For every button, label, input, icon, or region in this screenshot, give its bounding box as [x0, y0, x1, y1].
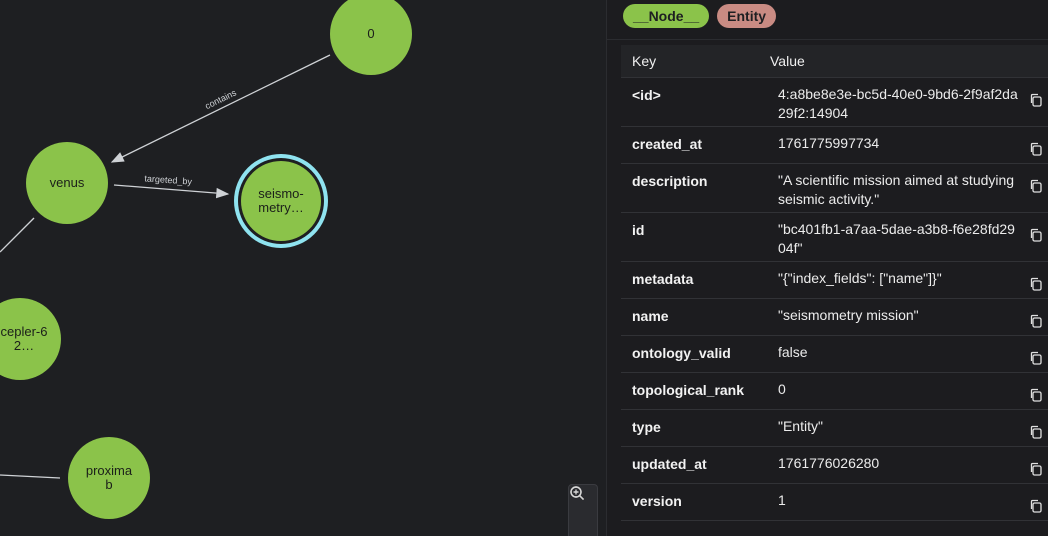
copy-icon[interactable]: [1029, 277, 1043, 291]
node-label-line: proxima: [85, 463, 133, 478]
copy-icon[interactable]: [1029, 499, 1043, 513]
table-row: topological_rank 0: [621, 373, 1048, 410]
node-labels: __Node__ Entity: [607, 0, 1048, 40]
property-value: 1761775997734: [778, 135, 880, 151]
property-value: 1761776026280: [778, 455, 880, 471]
node-label-line: 2…: [13, 338, 35, 353]
table-row: metadata "{"index_fields": ["name"]}": [621, 262, 1048, 299]
copy-icon[interactable]: [1029, 462, 1043, 476]
copy-icon[interactable]: [1029, 179, 1043, 193]
table-row: id "bc401fb1-a7aa-5dae-a3b8-f6e28fd2904f": [621, 213, 1048, 262]
graph-node-proxima[interactable]: proxima b: [68, 437, 150, 519]
table-row: description "A scientific mission aimed a…: [621, 164, 1048, 213]
node-label-line: seismo-: [258, 186, 304, 201]
node-label-line: metry…: [258, 200, 304, 215]
property-key: version: [632, 493, 682, 509]
property-value: "A scientific mission aimed at studying …: [778, 172, 1015, 207]
node-label: proxima b: [78, 464, 140, 492]
copy-icon[interactable]: [1029, 351, 1043, 365]
property-key: topological_rank: [632, 382, 745, 398]
properties-table: Key Value <id> 4:a8be8e3e-bc5d-40e0-9bd6-…: [621, 45, 1048, 521]
copy-icon[interactable]: [1029, 388, 1043, 402]
copy-icon[interactable]: [1029, 425, 1043, 439]
node-label-line: b: [105, 477, 113, 492]
table-row: <id> 4:a8be8e3e-bc5d-40e0-9bd6-2f9af2da29…: [621, 78, 1048, 127]
node-label: cepler-6 2…: [0, 325, 55, 353]
table-row: ontology_valid false: [621, 336, 1048, 373]
property-value: 1: [778, 492, 786, 508]
copy-icon[interactable]: [1029, 314, 1043, 328]
zoom-out-icon: [570, 486, 584, 500]
copy-icon[interactable]: [1029, 93, 1043, 107]
header-value: Value: [770, 53, 805, 69]
edge-contains[interactable]: [110, 54, 331, 163]
property-key: <id>: [632, 87, 661, 103]
label-chip-entity[interactable]: Entity: [717, 4, 777, 28]
label-chip-node[interactable]: __Node__: [623, 4, 710, 28]
edge-targeted-by[interactable]: [113, 184, 230, 199]
property-key: updated_at: [632, 456, 707, 472]
node-label: 0: [367, 26, 375, 41]
edge-venus-left[interactable]: [0, 217, 35, 253]
table-row: name "seismometry mission": [621, 299, 1048, 336]
edge-label-targeted-by: targeted_by: [144, 173, 193, 186]
node-label: venus: [49, 175, 85, 190]
property-value: "Entity": [778, 418, 823, 434]
property-key: description: [632, 173, 708, 189]
header-key: Key: [632, 53, 657, 69]
graph-node-seismometry-selected[interactable]: seismo- metry…: [241, 161, 321, 241]
property-value: 0: [778, 381, 786, 397]
copy-icon[interactable]: [1029, 228, 1043, 242]
zoom-out-button[interactable]: [569, 486, 597, 536]
property-value: false: [778, 344, 808, 360]
zoom-controls: [568, 484, 598, 536]
property-value: 4:a8be8e3e-bc5d-40e0-9bd6-2f9af2da29f2:1…: [778, 86, 1018, 121]
property-key: created_at: [632, 136, 703, 152]
copy-icon[interactable]: [1029, 142, 1043, 156]
table-body: <id> 4:a8be8e3e-bc5d-40e0-9bd6-2f9af2da29…: [621, 78, 1048, 521]
table-row: type "Entity": [621, 410, 1048, 447]
property-value: "{"index_fields": ["name"]}": [778, 270, 942, 286]
property-key: id: [632, 222, 645, 238]
property-key: type: [632, 419, 661, 435]
edge-label-contains: contains: [203, 87, 238, 111]
graph-canvas[interactable]: contains targeted_by 0 venus seismo- met…: [0, 0, 606, 536]
property-value: "bc401fb1-a7aa-5dae-a3b8-f6e28fd2904f": [778, 221, 1015, 256]
node-label: seismo- metry…: [250, 187, 312, 215]
table-row: updated_at 1761776026280: [621, 447, 1048, 484]
edge-proxima-left[interactable]: [0, 474, 61, 479]
node-label-line: cepler-6: [0, 324, 48, 339]
table-row: created_at 1761775997734: [621, 127, 1048, 164]
property-value: "seismometry mission": [778, 307, 919, 323]
property-key: name: [632, 308, 669, 324]
graph-node-venus[interactable]: venus: [26, 142, 108, 224]
node-properties-panel: __Node__ Entity Key Value <id> 4:a8be8e3e…: [606, 0, 1048, 536]
table-row: version 1: [621, 484, 1048, 521]
table-header: Key Value: [621, 45, 1048, 78]
property-key: metadata: [632, 271, 694, 287]
property-key: ontology_valid: [632, 345, 731, 361]
